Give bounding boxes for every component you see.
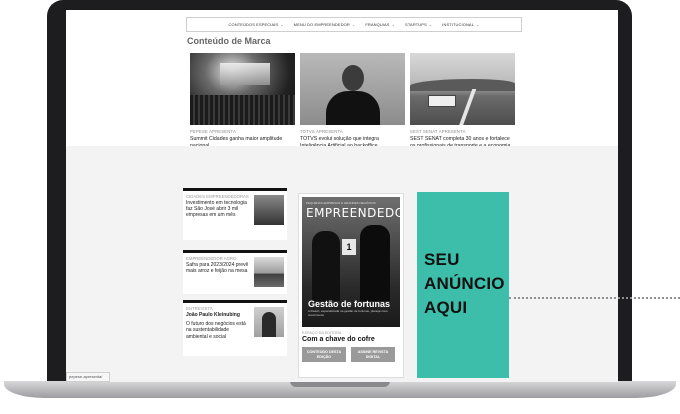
sidebar-article[interactable]: EMPREENDEDOR AGRO Safra para 2023/2024 p… xyxy=(183,250,287,294)
article-kicker: EMPREENDEDOR AGRO xyxy=(186,256,237,261)
card-kicker: PEPESE APRESENTA xyxy=(190,129,236,134)
article-thumbnail[interactable] xyxy=(254,195,284,225)
page: CONTEÚDOS ESPECIAIS ⌄ MENU DO EMPREENDEDO… xyxy=(0,0,680,414)
nav-item-franquias[interactable]: FRANQUIAS ⌄ xyxy=(365,22,395,27)
chevron-down-icon: ⌄ xyxy=(476,22,480,27)
sidebar-article[interactable]: ENTREVISTA João Paulo Kleinubing O futur… xyxy=(183,300,287,356)
chevron-down-icon: ⌄ xyxy=(351,22,356,27)
brand-card[interactable]: PEPESE APRESENTA Summit Cidades ganha ma… xyxy=(190,53,295,150)
magazine-logo: EMPREENDEDOR xyxy=(306,206,400,220)
interviewee-name: João Paulo Kleinubing xyxy=(186,312,240,318)
cover-subtitle: A Reach, especializada na gestão de fort… xyxy=(308,309,388,317)
cover-headline: Gestão de fortunas xyxy=(308,299,391,309)
laptop-screen: CONTEÚDOS ESPECIAIS ⌄ MENU DO EMPREENDEDO… xyxy=(66,10,618,382)
chevron-down-icon: ⌄ xyxy=(391,22,396,27)
ad-placeholder[interactable]: SEU ANÚNCIO AQUI xyxy=(417,192,509,378)
card-kicker: TOTVS APRESENTA xyxy=(300,129,343,134)
event-photo[interactable] xyxy=(190,53,295,125)
chevron-down-icon: ⌄ xyxy=(428,22,433,27)
highway-photo[interactable] xyxy=(410,53,515,125)
nav-item-startups[interactable]: STARTUPS ⌄ xyxy=(405,22,432,27)
article-title[interactable]: Investimento em tecnologia faz São José … xyxy=(186,200,250,219)
magazine-widget: PEQUENAS EMPRESAS & GRANDES NEGÓCIOS EMP… xyxy=(298,193,404,378)
top-nav: CONTEÚDOS ESPECIAIS ⌄ MENU DO EMPREENDEDO… xyxy=(186,17,522,32)
chevron-down-icon: ⌄ xyxy=(280,22,284,27)
status-bar-url: pepese-apresenta/ xyxy=(66,372,110,382)
article-thumbnail[interactable] xyxy=(254,307,284,337)
ad-text: SEU ANÚNCIO AQUI xyxy=(424,250,505,317)
subscribe-button[interactable]: ASSINE REVISTA DIGITAL xyxy=(351,347,395,362)
magazine-cover[interactable]: PEQUENAS EMPRESAS & GRANDES NEGÓCIOS EMP… xyxy=(302,197,400,327)
nav-item-institucional[interactable]: INSTITUCIONAL ⌄ xyxy=(442,22,479,27)
edition-content-button[interactable]: CONTEÚDO DESTA EDIÇÃO xyxy=(302,347,346,362)
article-title[interactable]: O futuro dos negócios está na sustentabi… xyxy=(186,321,250,340)
portrait-photo[interactable] xyxy=(300,53,405,125)
card-kicker: SEST SENAT APRESENTA xyxy=(410,129,466,134)
sidebar-article[interactable]: CIDADES EMPREENDEDORAS Investimento em t… xyxy=(183,188,287,240)
article-kicker: CIDADES EMPREENDEDORAS xyxy=(186,194,249,199)
dotted-leader-line xyxy=(509,297,680,299)
nav-item-conteudos[interactable]: CONTEÚDOS ESPECIAIS ⌄ xyxy=(229,22,284,27)
nav-item-menu-empreendedor[interactable]: MENU DO EMPREENDEDOR ⌄ xyxy=(294,22,356,27)
magazine-actions: CONTEÚDO DESTA EDIÇÃO ASSINE REVISTA DIG… xyxy=(302,347,400,362)
magazine-title[interactable]: Com a chave do cofre xyxy=(302,336,400,343)
article-kicker: ENTREVISTA xyxy=(186,306,213,311)
section-title: Conteúdo de Marca xyxy=(187,36,271,46)
article-title[interactable]: Safra para 2023/2024 prevê mais arroz e … xyxy=(186,262,250,274)
brand-card[interactable]: SEST SENAT APRESENTA SEST SENAT completa… xyxy=(410,53,515,157)
brand-card[interactable]: TOTVS APRESENTA TOTVS evolui solução que… xyxy=(300,53,405,150)
article-thumbnail[interactable] xyxy=(254,257,284,287)
magazine-meta: ESPAÇO DA EDITORA xyxy=(302,331,342,335)
